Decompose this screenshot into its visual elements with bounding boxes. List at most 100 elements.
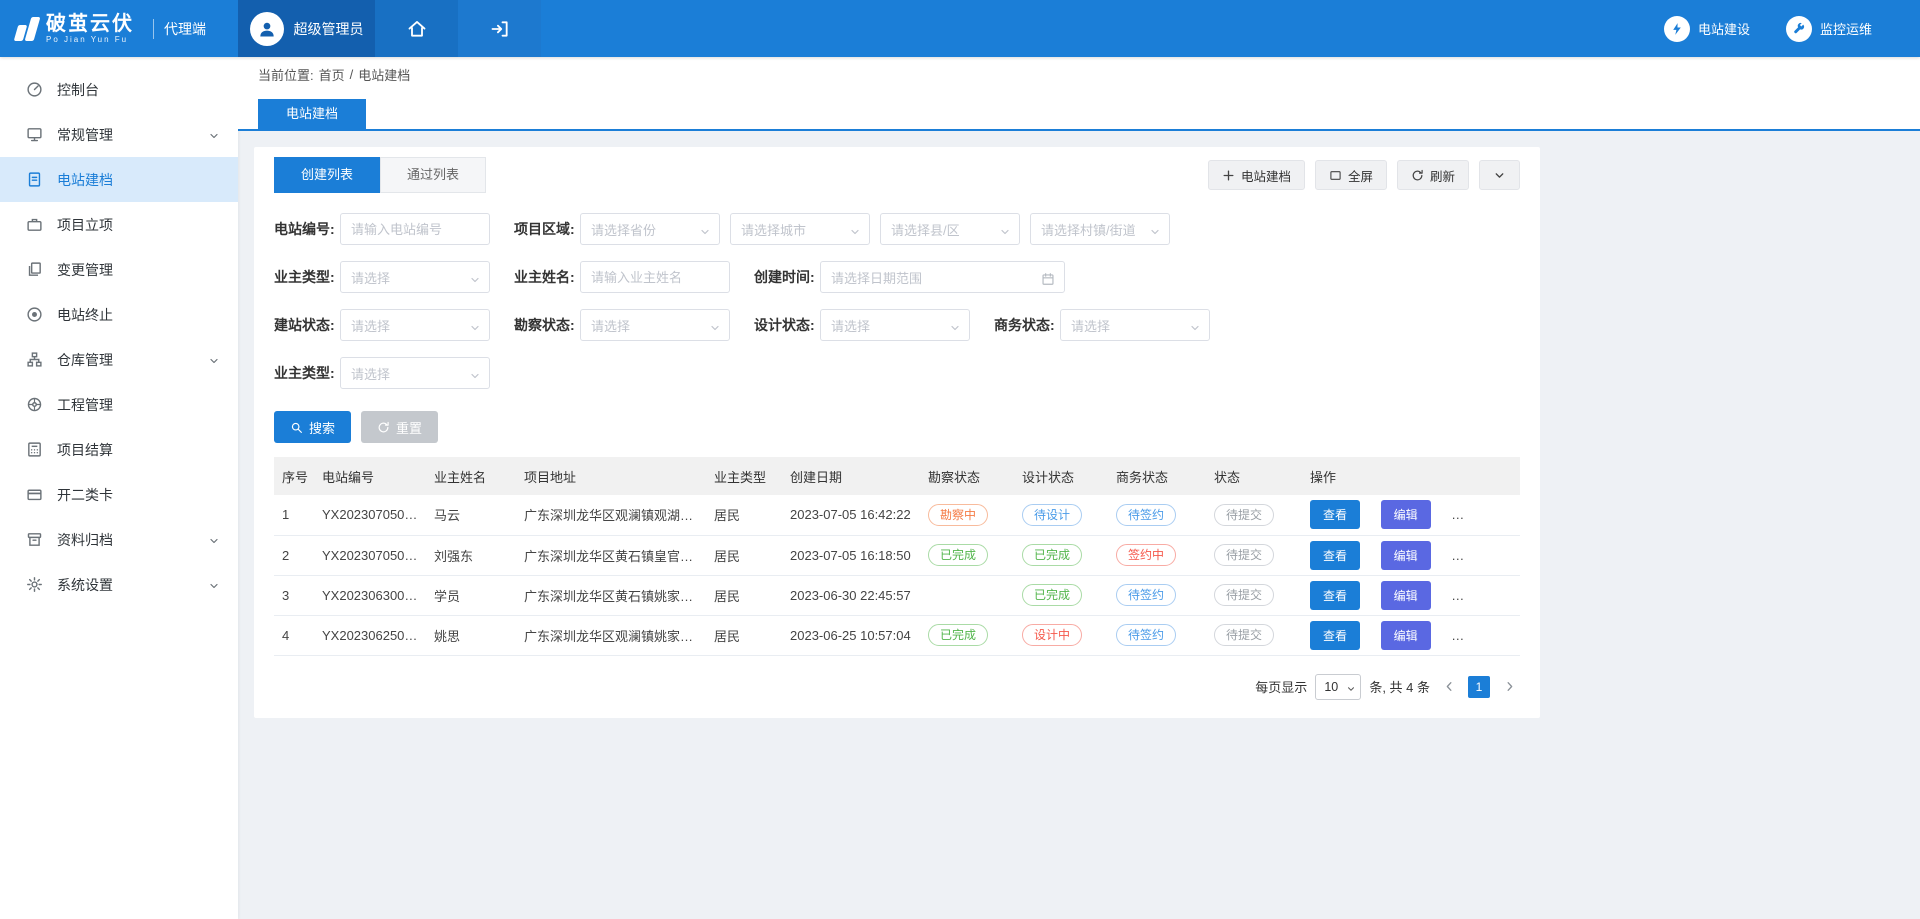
station-no-input[interactable] — [340, 213, 490, 245]
user-icon — [257, 19, 277, 39]
build-status-select[interactable]: 请选择 — [340, 309, 490, 341]
city-select[interactable]: 请选择城市 — [730, 213, 870, 245]
home-icon — [407, 19, 427, 39]
chevron-down-icon — [1149, 223, 1161, 238]
sidebar-item-type2-card[interactable]: 开二类卡 — [0, 472, 238, 517]
view-button[interactable]: 查看 — [1310, 581, 1360, 610]
edit-button[interactable]: 编辑 — [1381, 500, 1431, 529]
view-button[interactable]: 查看 — [1310, 541, 1360, 570]
filter-form: 电站编号: 项目区域: 请选择省份 请选择城市 请选择县/区 请选择村镇/街道 — [274, 213, 1520, 443]
tab-created-list[interactable]: 创建列表 — [274, 157, 380, 193]
station-table: 序号 电站编号 业主姓名 项目地址 业主类型 创建日期 勘察状态 设计状态 商务… — [274, 457, 1520, 656]
sidebar-item-warehouse-mgmt[interactable]: 仓库管理 — [0, 337, 238, 382]
province-select[interactable]: 请选择省份 — [580, 213, 720, 245]
void-button[interactable]: 作废 — [1451, 541, 1501, 570]
page-tab-row: 电站建档 — [238, 91, 1920, 131]
fullscreen-icon — [1329, 169, 1342, 182]
page-number-1[interactable]: 1 — [1468, 676, 1490, 698]
survey-status-label: 勘察状态: — [514, 315, 580, 335]
app-logo: 破茧云伏 Po Jian Yun Fu 代理端 — [0, 0, 238, 57]
owner-type-select[interactable]: 请选择 — [340, 261, 490, 293]
per-page-select[interactable]: 10 — [1315, 674, 1361, 700]
design-status-badge: 已完成 — [1022, 584, 1082, 606]
tab-passed-list[interactable]: 通过列表 — [380, 157, 486, 193]
edit-button[interactable]: 编辑 — [1381, 541, 1431, 570]
status-badge: 待提交 — [1214, 624, 1274, 646]
sidebar-item-console[interactable]: 控制台 — [0, 67, 238, 112]
owner-type-label: 业主类型: — [274, 267, 340, 287]
design-status-label: 设计状态: — [754, 315, 820, 335]
edit-button[interactable]: 编辑 — [1381, 621, 1431, 650]
business-status-badge: 签约中 — [1116, 544, 1176, 566]
search-button[interactable]: 搜索 — [274, 411, 351, 443]
sidebar-item-station-termination[interactable]: 电站终止 — [0, 292, 238, 337]
wheel-icon — [26, 396, 43, 413]
monitor-icon — [26, 126, 43, 143]
table-row: 2 YX2023070500010 刘强东 广东深圳龙华区黄石镇皇官大... 居… — [274, 535, 1520, 575]
design-status-select[interactable]: 请选择 — [820, 309, 970, 341]
district-select[interactable]: 请选择县/区 — [880, 213, 1020, 245]
briefcase-icon — [26, 216, 43, 233]
town-select[interactable]: 请选择村镇/街道 — [1030, 213, 1170, 245]
home-button[interactable] — [375, 0, 458, 57]
prev-page-button[interactable] — [1438, 676, 1460, 698]
table-row: 3 YX2023063000009 学员 广东深圳龙华区黄石镇姚家庄... 居民… — [274, 575, 1520, 615]
owner-name-input[interactable] — [580, 261, 730, 293]
nav-station-build[interactable]: 电站建设 — [1664, 16, 1750, 42]
station-no-label: 电站编号: — [274, 219, 340, 239]
sidebar-item-change-mgmt[interactable]: 变更管理 — [0, 247, 238, 292]
chevron-down-icon — [1189, 319, 1201, 334]
breadcrumb: 当前位置: 首页 / 电站建档 — [238, 57, 1920, 91]
survey-status-select[interactable]: 请选择 — [580, 309, 730, 341]
user-name: 超级管理员 — [294, 19, 364, 39]
total-count-label: 条, 共 4 条 — [1369, 677, 1430, 696]
calculator-icon — [26, 441, 43, 458]
void-button[interactable]: 作废 — [1451, 500, 1501, 529]
user-menu[interactable]: 超级管理员 — [238, 0, 375, 57]
sidebar-item-station-archive[interactable]: 电站建档 — [0, 157, 238, 202]
owner-name-label: 业主姓名: — [514, 267, 580, 287]
nav-monitor-ops[interactable]: 监控运维 — [1786, 16, 1872, 42]
view-button[interactable]: 查看 — [1310, 621, 1360, 650]
sidebar-item-system-settings[interactable]: 系统设置 — [0, 562, 238, 607]
app-title: 破茧云伏 — [46, 13, 134, 35]
next-page-button[interactable] — [1498, 676, 1520, 698]
sidebar-item-project-settlement[interactable]: 项目结算 — [0, 427, 238, 472]
logout-icon — [490, 19, 510, 39]
business-status-select[interactable]: 请选择 — [1060, 309, 1210, 341]
reset-button[interactable]: 重置 — [361, 411, 438, 443]
breadcrumb-separator: / — [350, 67, 354, 82]
card-icon — [26, 486, 43, 503]
owner-type2-select[interactable]: 请选择 — [340, 357, 490, 389]
sidebar-item-data-archive[interactable]: 资料归档 — [0, 517, 238, 562]
main-content: 当前位置: 首页 / 电站建档 电站建档 创建列表 通过列表 电站建档 全屏 刷… — [238, 57, 1920, 919]
avatar — [250, 12, 284, 46]
date-range-input[interactable]: 请选择日期范围 — [820, 261, 1065, 293]
col-actions: 操作 — [1302, 457, 1520, 495]
refresh-button[interactable]: 刷新 — [1397, 160, 1469, 190]
business-status-badge: 待签约 — [1116, 504, 1176, 526]
void-button[interactable]: 作废 — [1451, 621, 1501, 650]
collapse-button[interactable] — [1479, 160, 1520, 190]
build-status-label: 建站状态: — [274, 315, 340, 335]
sidebar-item-general-mgmt[interactable]: 常规管理 — [0, 112, 238, 157]
sidebar-item-project-initiation[interactable]: 项目立项 — [0, 202, 238, 247]
breadcrumb-current: 电站建档 — [358, 65, 410, 84]
pagination: 每页显示 10 条, 共 4 条 1 — [274, 674, 1520, 700]
survey-status-badge: 已完成 — [928, 544, 988, 566]
sidebar-item-engineering-mgmt[interactable]: 工程管理 — [0, 382, 238, 427]
breadcrumb-home[interactable]: 首页 — [319, 65, 345, 84]
chevron-down-icon — [1346, 682, 1356, 696]
void-button[interactable]: 作废 — [1451, 581, 1501, 610]
view-button[interactable]: 查看 — [1310, 500, 1360, 529]
reset-icon — [377, 421, 390, 434]
edit-button[interactable]: 编辑 — [1381, 581, 1431, 610]
create-station-button[interactable]: 电站建档 — [1208, 160, 1305, 190]
page-tab-station-archive[interactable]: 电站建档 — [258, 99, 366, 129]
list-tabs: 创建列表 通过列表 — [274, 157, 486, 193]
fullscreen-button[interactable]: 全屏 — [1315, 160, 1387, 190]
settings-icon — [26, 576, 43, 593]
status-badge: 待提交 — [1214, 584, 1274, 606]
logout-button[interactable] — [458, 0, 541, 57]
top-bar: 破茧云伏 Po Jian Yun Fu 代理端 超级管理员 电站建设 监控运维 — [0, 0, 1920, 57]
